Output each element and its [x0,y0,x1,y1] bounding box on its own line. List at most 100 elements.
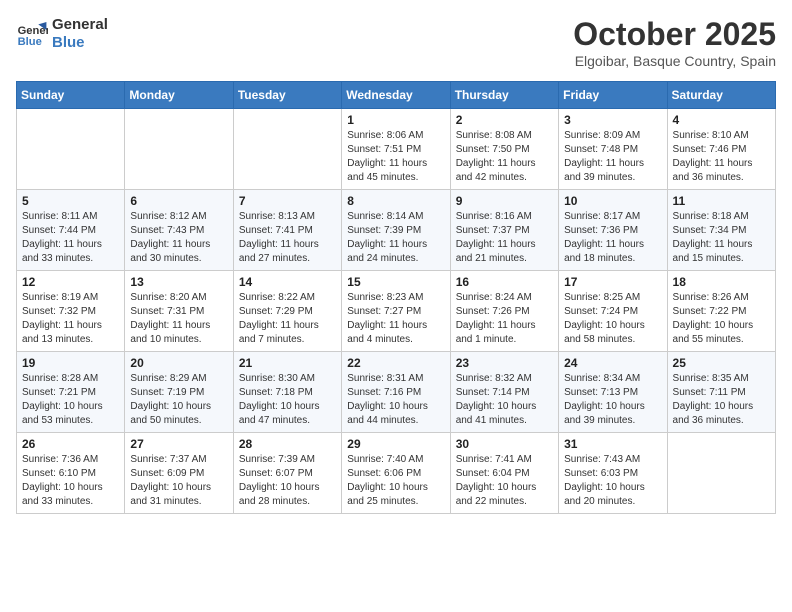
day-info: Sunrise: 8:13 AM Sunset: 7:41 PM Dayligh… [239,210,336,266]
calendar-week-3: 12 Sunrise: 8:19 AM Sunset: 7:32 PM Dayli… [17,271,776,352]
calendar-cell: 19 Sunrise: 8:28 AM Sunset: 7:21 PM Dayli… [17,352,125,433]
day-info: Sunrise: 8:16 AM Sunset: 7:37 PM Dayligh… [456,210,553,266]
day-info: Sunrise: 8:24 AM Sunset: 7:26 PM Dayligh… [456,291,553,347]
day-number: 13 [130,275,227,289]
day-info: Sunrise: 7:39 AM Sunset: 6:07 PM Dayligh… [239,453,336,509]
calendar-cell: 7Sunrise: 8:13 AM Sunset: 7:41 PM Daylig… [233,190,341,271]
calendar-cell: 16 Sunrise: 8:24 AM Sunset: 7:26 PM Dayli… [450,271,558,352]
calendar-cell [17,109,125,190]
day-number: 19 [22,356,119,370]
day-number: 29 [347,437,444,451]
day-info: Sunrise: 8:22 AM Sunset: 7:29 PM Dayligh… [239,291,336,347]
day-info: Sunrise: 8:08 AM Sunset: 7:50 PM Dayligh… [456,129,553,185]
calendar-cell: 12 Sunrise: 8:19 AM Sunset: 7:32 PM Dayli… [17,271,125,352]
day-number: 3 [564,113,661,127]
weekday-header-tuesday: Tuesday [233,82,341,109]
day-info: Sunrise: 7:37 AM Sunset: 6:09 PM Dayligh… [130,453,227,509]
logo: General Blue General Blue [16,16,108,52]
day-info: Sunrise: 8:34 AM Sunset: 7:13 PM Dayligh… [564,372,661,428]
calendar-cell: 30Sunrise: 7:41 AM Sunset: 6:04 PM Dayli… [450,433,558,514]
calendar-cell: 14 Sunrise: 8:22 AM Sunset: 7:29 PM Dayli… [233,271,341,352]
day-info: Sunrise: 8:32 AM Sunset: 7:14 PM Dayligh… [456,372,553,428]
day-number: 6 [130,194,227,208]
calendar-table: SundayMondayTuesdayWednesdayThursdayFrid… [16,81,776,514]
calendar-cell: 10 Sunrise: 8:17 AM Sunset: 7:36 PM Dayli… [559,190,667,271]
location-subtitle: Elgoibar, Basque Country, Spain [573,53,776,69]
day-info: Sunrise: 8:10 AM Sunset: 7:46 PM Dayligh… [673,129,770,185]
page-header: General Blue General Blue October 2025 E… [16,16,776,69]
day-info: Sunrise: 8:11 AM Sunset: 7:44 PM Dayligh… [22,210,119,266]
day-number: 23 [456,356,553,370]
logo-general: General [52,16,108,34]
day-number: 28 [239,437,336,451]
logo-blue: Blue [52,34,108,52]
day-info: Sunrise: 8:26 AM Sunset: 7:22 PM Dayligh… [673,291,770,347]
calendar-cell: 15 Sunrise: 8:23 AM Sunset: 7:27 PM Dayli… [342,271,450,352]
day-number: 18 [673,275,770,289]
calendar-week-1: 1 Sunrise: 8:06 AM Sunset: 7:51 PM Daylig… [17,109,776,190]
day-number: 14 [239,275,336,289]
calendar-cell [125,109,233,190]
calendar-cell: 22 Sunrise: 8:31 AM Sunset: 7:16 PM Dayli… [342,352,450,433]
calendar-cell: 9 Sunrise: 8:16 AM Sunset: 7:37 PM Daylig… [450,190,558,271]
day-number: 22 [347,356,444,370]
calendar-cell: 29 Sunrise: 7:40 AM Sunset: 6:06 PM Dayli… [342,433,450,514]
day-number: 20 [130,356,227,370]
calendar-cell: 24 Sunrise: 8:34 AM Sunset: 7:13 PM Dayli… [559,352,667,433]
day-number: 16 [456,275,553,289]
day-number: 12 [22,275,119,289]
calendar-cell: 2 Sunrise: 8:08 AM Sunset: 7:50 PM Daylig… [450,109,558,190]
calendar-cell: 28 Sunrise: 7:39 AM Sunset: 6:07 PM Dayli… [233,433,341,514]
calendar-cell [233,109,341,190]
day-number: 15 [347,275,444,289]
weekday-header-monday: Monday [125,82,233,109]
logo-icon: General Blue [16,18,48,50]
day-info: Sunrise: 8:31 AM Sunset: 7:16 PM Dayligh… [347,372,444,428]
day-number: 9 [456,194,553,208]
calendar-cell: 18 Sunrise: 8:26 AM Sunset: 7:22 PM Dayli… [667,271,775,352]
day-info: Sunrise: 8:35 AM Sunset: 7:11 PM Dayligh… [673,372,770,428]
day-info: Sunrise: 8:23 AM Sunset: 7:27 PM Dayligh… [347,291,444,347]
weekday-header-row: SundayMondayTuesdayWednesdayThursdayFrid… [17,82,776,109]
calendar-cell: 4Sunrise: 8:10 AM Sunset: 7:46 PM Daylig… [667,109,775,190]
calendar-cell: 25 Sunrise: 8:35 AM Sunset: 7:11 PM Dayli… [667,352,775,433]
calendar-cell: 5 Sunrise: 8:11 AM Sunset: 7:44 PM Daylig… [17,190,125,271]
day-info: Sunrise: 8:12 AM Sunset: 7:43 PM Dayligh… [130,210,227,266]
day-info: Sunrise: 8:25 AM Sunset: 7:24 PM Dayligh… [564,291,661,347]
weekday-header-thursday: Thursday [450,82,558,109]
day-number: 10 [564,194,661,208]
day-info: Sunrise: 7:36 AM Sunset: 6:10 PM Dayligh… [22,453,119,509]
calendar-cell: 8Sunrise: 8:14 AM Sunset: 7:39 PM Daylig… [342,190,450,271]
day-info: Sunrise: 8:20 AM Sunset: 7:31 PM Dayligh… [130,291,227,347]
day-info: Sunrise: 7:41 AM Sunset: 6:04 PM Dayligh… [456,453,553,509]
day-info: Sunrise: 8:19 AM Sunset: 7:32 PM Dayligh… [22,291,119,347]
day-number: 25 [673,356,770,370]
calendar-cell: 17Sunrise: 8:25 AM Sunset: 7:24 PM Dayli… [559,271,667,352]
svg-text:Blue: Blue [18,36,42,48]
calendar-cell: 23 Sunrise: 8:32 AM Sunset: 7:14 PM Dayli… [450,352,558,433]
day-info: Sunrise: 8:17 AM Sunset: 7:36 PM Dayligh… [564,210,661,266]
calendar-week-2: 5 Sunrise: 8:11 AM Sunset: 7:44 PM Daylig… [17,190,776,271]
weekday-header-wednesday: Wednesday [342,82,450,109]
day-number: 31 [564,437,661,451]
day-info: Sunrise: 8:30 AM Sunset: 7:18 PM Dayligh… [239,372,336,428]
calendar-cell: 20Sunrise: 8:29 AM Sunset: 7:19 PM Dayli… [125,352,233,433]
calendar-cell: 26 Sunrise: 7:36 AM Sunset: 6:10 PM Dayli… [17,433,125,514]
day-info: Sunrise: 8:06 AM Sunset: 7:51 PM Dayligh… [347,129,444,185]
day-number: 2 [456,113,553,127]
day-info: Sunrise: 7:40 AM Sunset: 6:06 PM Dayligh… [347,453,444,509]
calendar-cell: 21Sunrise: 8:30 AM Sunset: 7:18 PM Dayli… [233,352,341,433]
day-number: 26 [22,437,119,451]
title-block: October 2025 Elgoibar, Basque Country, S… [573,16,776,69]
day-info: Sunrise: 8:28 AM Sunset: 7:21 PM Dayligh… [22,372,119,428]
calendar-cell: 1 Sunrise: 8:06 AM Sunset: 7:51 PM Daylig… [342,109,450,190]
calendar-cell: 11 Sunrise: 8:18 AM Sunset: 7:34 PM Dayli… [667,190,775,271]
calendar-cell: 27Sunrise: 7:37 AM Sunset: 6:09 PM Dayli… [125,433,233,514]
day-number: 11 [673,194,770,208]
weekday-header-friday: Friday [559,82,667,109]
day-number: 5 [22,194,119,208]
day-info: Sunrise: 8:18 AM Sunset: 7:34 PM Dayligh… [673,210,770,266]
day-number: 1 [347,113,444,127]
day-number: 24 [564,356,661,370]
day-info: Sunrise: 8:09 AM Sunset: 7:48 PM Dayligh… [564,129,661,185]
